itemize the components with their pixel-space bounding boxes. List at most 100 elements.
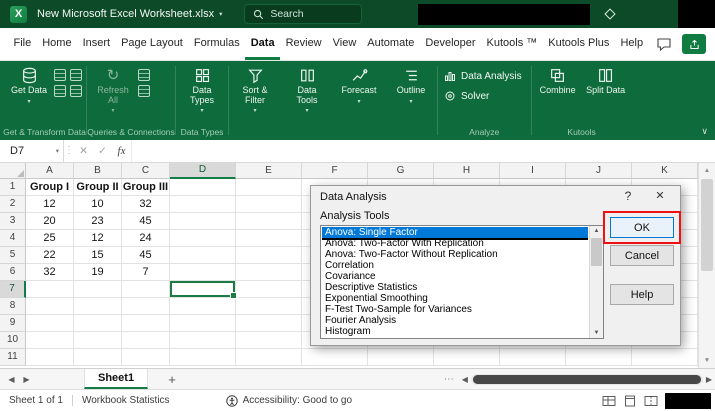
sheet-tab-sheet1[interactable]: Sheet1 xyxy=(84,369,148,389)
ok-button[interactable]: OK xyxy=(610,217,674,238)
analysis-tool-option-3[interactable]: Anova: Two-Factor Without Replication xyxy=(322,249,588,260)
analysis-tool-option-8[interactable]: F-Test Two-Sample for Variances xyxy=(322,304,588,315)
column-header-C[interactable]: C xyxy=(122,163,170,179)
excel-app-icon[interactable]: X xyxy=(10,6,27,23)
analysis-tool-option-1[interactable]: Anova: Single Factor xyxy=(322,227,588,238)
get-data-button[interactable]: Get Data ▾ xyxy=(6,64,52,105)
menu-tab-view[interactable]: View xyxy=(327,28,362,60)
refresh-all-button[interactable]: ↻ Refresh All ▾ xyxy=(90,64,136,114)
menu-tab-kutools-plus[interactable]: Kutools Plus xyxy=(543,28,615,60)
document-title[interactable]: New Microsoft Excel Worksheet.xlsx ▾ xyxy=(37,8,222,20)
from-web-icon[interactable] xyxy=(70,69,82,81)
cell-A9[interactable] xyxy=(26,315,74,332)
row-header-1[interactable]: 1 xyxy=(0,179,26,196)
menu-tab-formulas[interactable]: Formulas xyxy=(188,28,245,60)
scroll-up-icon[interactable]: ▲ xyxy=(590,228,603,234)
cell-D1[interactable] xyxy=(170,179,236,196)
cell-B1[interactable]: Group II xyxy=(74,179,122,196)
menu-tab-automate[interactable]: Automate xyxy=(362,28,420,60)
cell-A6[interactable]: 32 xyxy=(26,264,74,281)
new-sheet-button[interactable]: + xyxy=(164,372,180,387)
cell-E10[interactable] xyxy=(236,332,302,349)
row-header-11[interactable]: 11 xyxy=(0,349,26,366)
menu-tab-review[interactable]: Review xyxy=(280,28,327,60)
sort-filter-button[interactable]: Sort & Filter ▾ xyxy=(232,64,278,114)
row-header-8[interactable]: 8 xyxy=(0,298,26,315)
solver-button[interactable]: Solver xyxy=(444,90,489,102)
cell-E3[interactable] xyxy=(236,213,302,230)
forecast-button[interactable]: Forecast ▾ xyxy=(336,64,382,105)
cell-C8[interactable] xyxy=(122,298,170,315)
cell-A1[interactable]: Group I xyxy=(26,179,74,196)
column-header-I[interactable]: I xyxy=(500,163,566,179)
cell-E6[interactable] xyxy=(236,264,302,281)
collapse-ribbon-icon[interactable]: ∨ xyxy=(701,126,708,137)
cell-K11[interactable] xyxy=(632,349,698,366)
cell-D3[interactable] xyxy=(170,213,236,230)
cell-A3[interactable]: 20 xyxy=(26,213,74,230)
cell-C2[interactable]: 32 xyxy=(122,196,170,213)
analysis-tool-option-2[interactable]: Anova: Two-Factor With Replication xyxy=(322,238,588,249)
row-header-2[interactable]: 2 xyxy=(0,196,26,213)
cell-D10[interactable] xyxy=(170,332,236,349)
cell-A4[interactable]: 25 xyxy=(26,230,74,247)
horizontal-scrollbar-thumb[interactable] xyxy=(473,375,701,384)
workbook-statistics-button[interactable]: Workbook Statistics xyxy=(82,395,170,406)
menu-tab-developer[interactable]: Developer xyxy=(420,28,481,60)
outline-button[interactable]: Outline ▾ xyxy=(388,64,434,105)
vertical-scrollbar-thumb[interactable] xyxy=(701,179,713,271)
cell-E8[interactable] xyxy=(236,298,302,315)
cell-B5[interactable]: 15 xyxy=(74,247,122,264)
cell-I11[interactable] xyxy=(500,349,566,366)
cell-E2[interactable] xyxy=(236,196,302,213)
cell-H11[interactable] xyxy=(434,349,500,366)
sheet-nav-prev-icon[interactable]: ◀ xyxy=(4,375,19,384)
name-box[interactable]: D7 ▾ xyxy=(0,140,64,162)
cell-B8[interactable] xyxy=(74,298,122,315)
cell-C9[interactable] xyxy=(122,315,170,332)
gem-icon[interactable] xyxy=(605,8,616,19)
column-header-J[interactable]: J xyxy=(566,163,632,179)
row-header-9[interactable]: 9 xyxy=(0,315,26,332)
formula-input[interactable] xyxy=(131,140,715,162)
row-header-6[interactable]: 6 xyxy=(0,264,26,281)
select-all-button[interactable] xyxy=(0,163,26,179)
dialog-help-icon[interactable]: ? xyxy=(620,189,636,203)
enter-entry-icon[interactable]: ✓ xyxy=(93,140,112,162)
cell-B6[interactable]: 19 xyxy=(74,264,122,281)
row-header-4[interactable]: 4 xyxy=(0,230,26,247)
cell-D2[interactable] xyxy=(170,196,236,213)
scroll-down-icon[interactable]: ▼ xyxy=(590,330,603,336)
analysis-tool-option-5[interactable]: Covariance xyxy=(322,271,588,282)
row-header-7[interactable]: 7 xyxy=(0,281,26,298)
column-header-K[interactable]: K xyxy=(632,163,698,179)
from-table-icon[interactable] xyxy=(54,85,66,97)
combine-button[interactable]: Combine xyxy=(535,64,581,96)
cell-B2[interactable]: 10 xyxy=(74,196,122,213)
analysis-tool-option-10[interactable]: Histogram xyxy=(322,326,588,337)
scroll-up-icon[interactable]: ▲ xyxy=(699,167,715,174)
from-text-icon[interactable] xyxy=(54,69,66,81)
search-box[interactable]: Search xyxy=(244,4,362,24)
listbox-scrollbar[interactable]: ▲ ▼ xyxy=(589,226,603,338)
cell-B10[interactable] xyxy=(74,332,122,349)
analysis-tool-option-9[interactable]: Fourier Analysis xyxy=(322,315,588,326)
cell-C6[interactable]: 7 xyxy=(122,264,170,281)
cell-C7[interactable] xyxy=(122,281,170,298)
cell-B3[interactable]: 23 xyxy=(74,213,122,230)
cell-C3[interactable]: 45 xyxy=(122,213,170,230)
tab-overflow-icon[interactable]: ⋯ xyxy=(444,374,454,385)
row-header-10[interactable]: 10 xyxy=(0,332,26,349)
cell-G11[interactable] xyxy=(368,349,434,366)
cell-E11[interactable] xyxy=(236,349,302,366)
cell-C1[interactable]: Group III xyxy=(122,179,170,196)
cell-B7[interactable] xyxy=(74,281,122,298)
listbox-scrollbar-thumb[interactable] xyxy=(591,238,602,266)
cell-C11[interactable] xyxy=(122,349,170,366)
menu-tab-insert[interactable]: Insert xyxy=(77,28,116,60)
cell-F11[interactable] xyxy=(302,349,368,366)
horizontal-scrollbar[interactable] xyxy=(471,374,703,385)
analysis-tool-option-7[interactable]: Exponential Smoothing xyxy=(322,293,588,304)
formula-bar-handle[interactable]: ⋮ xyxy=(64,140,74,162)
data-tools-button[interactable]: Data Tools ▾ xyxy=(284,64,330,114)
